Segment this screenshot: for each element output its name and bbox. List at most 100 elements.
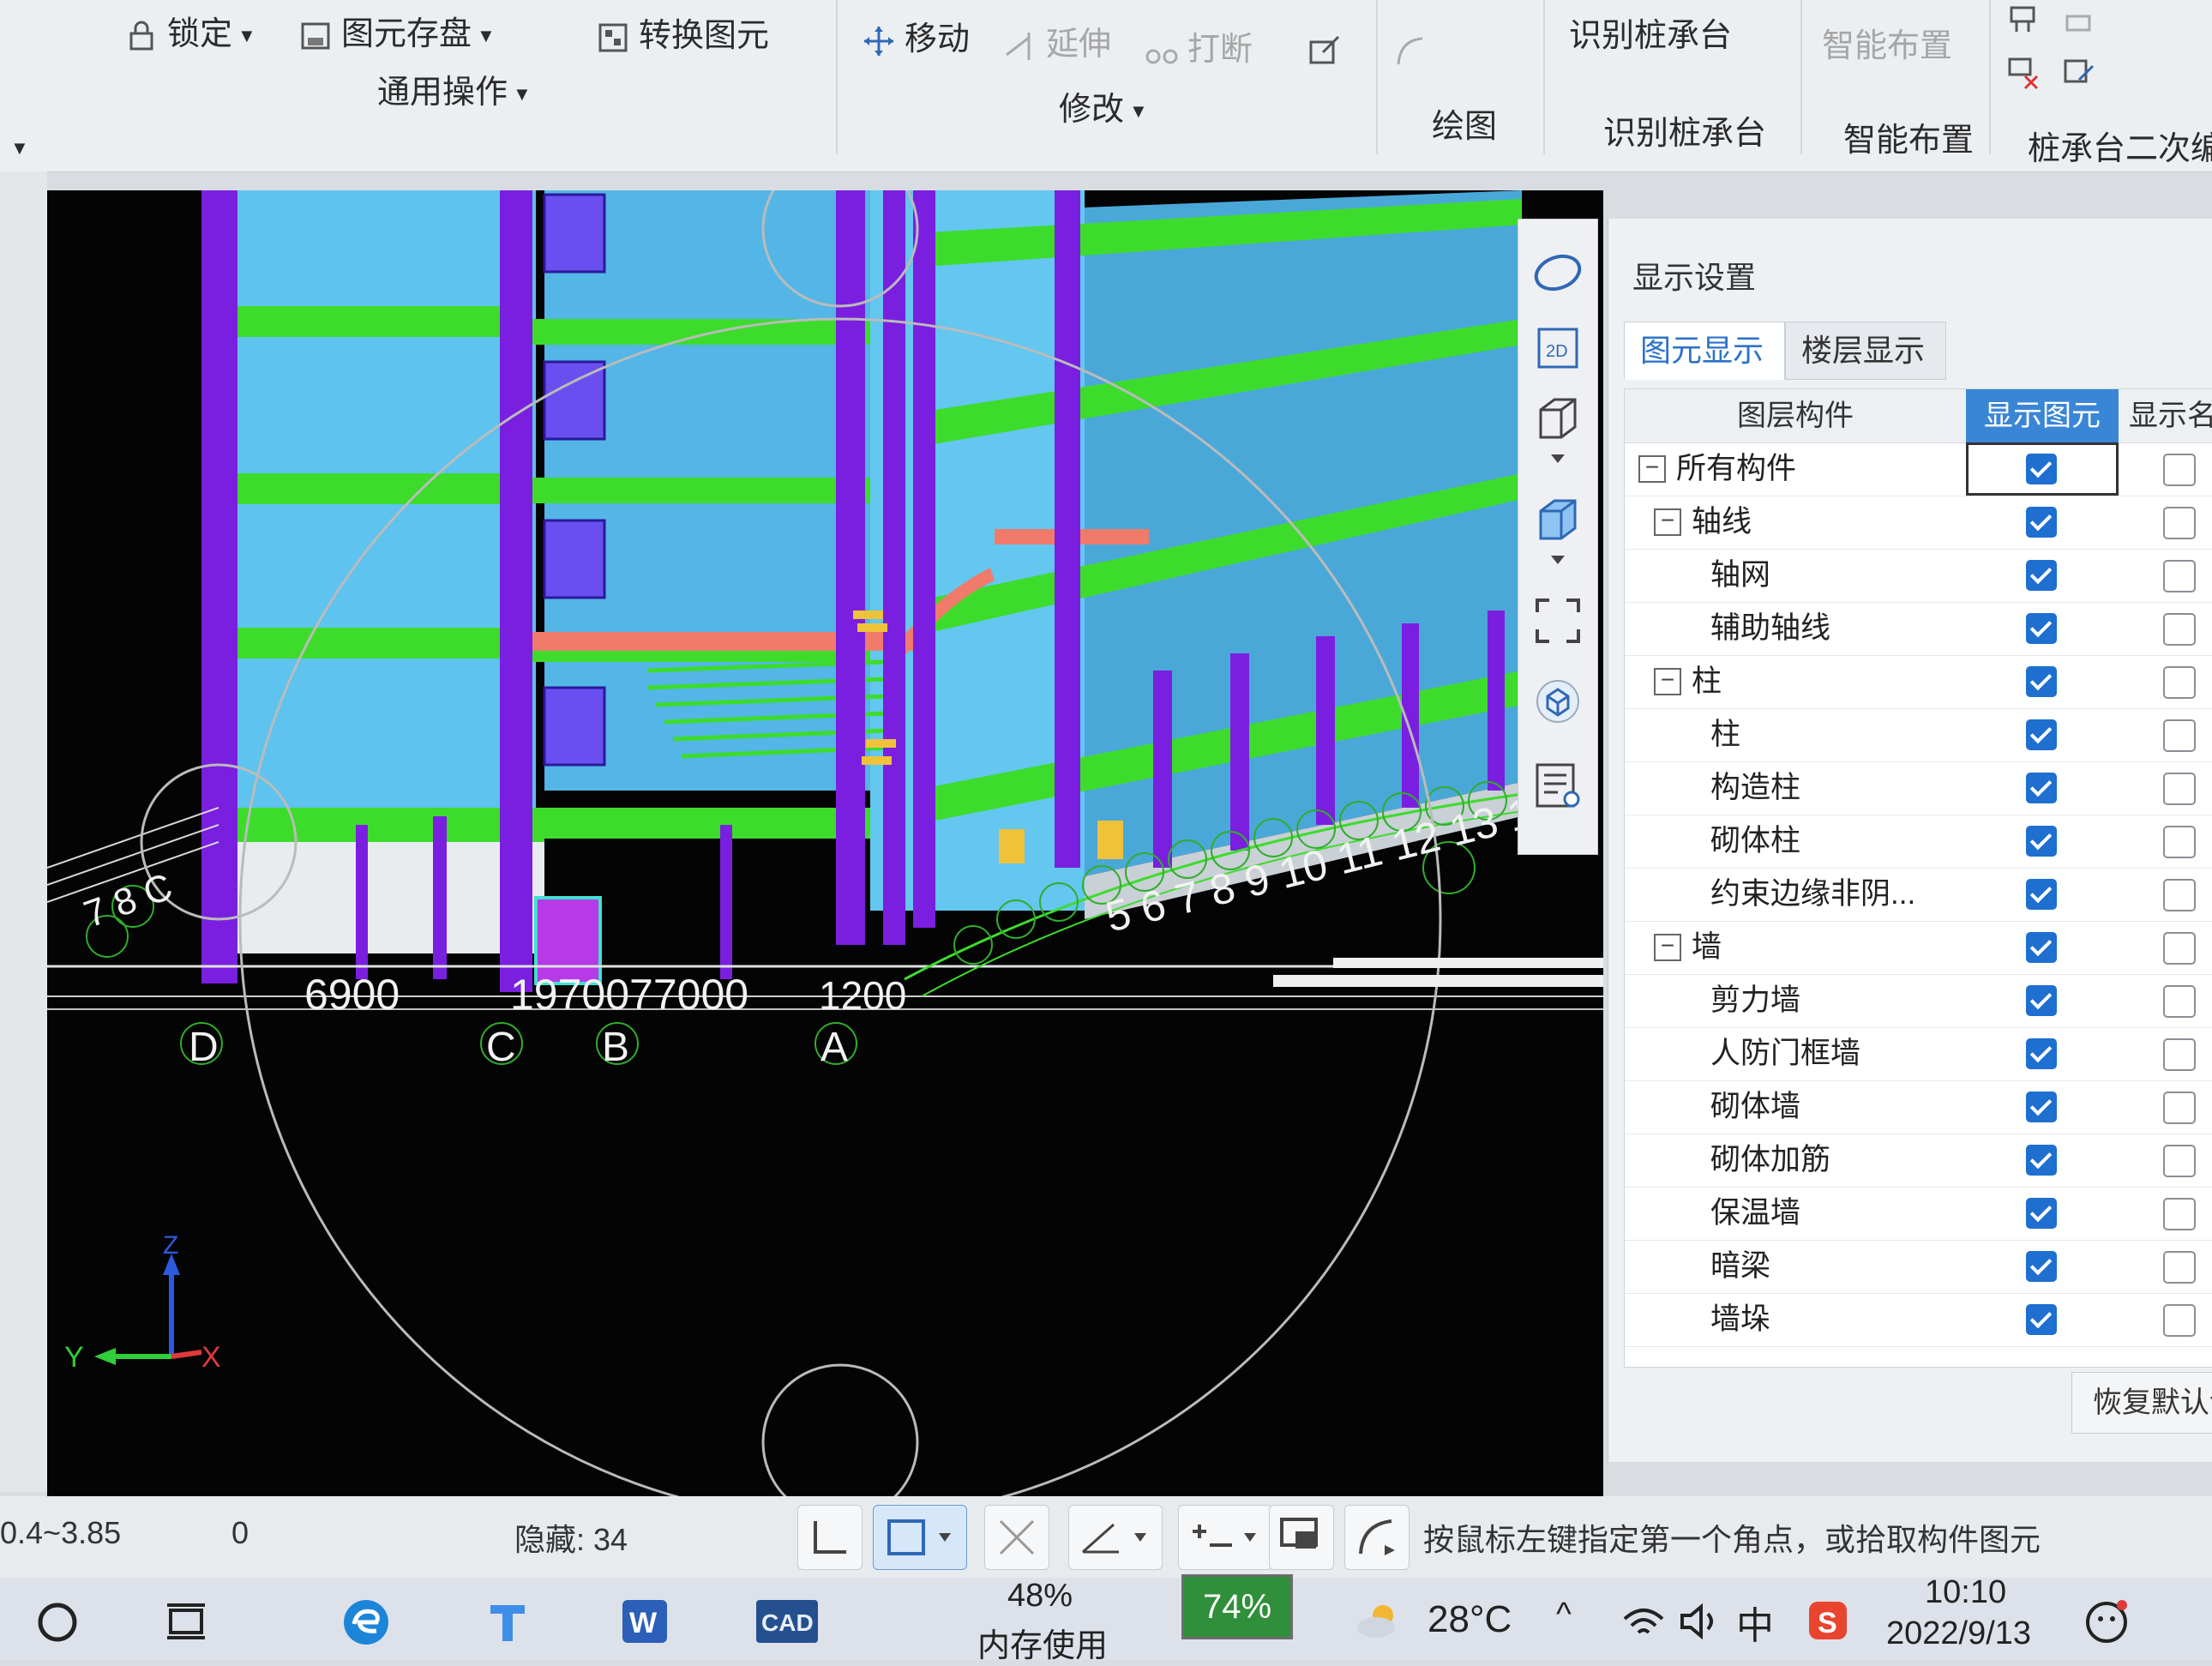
arc-button[interactable] [1393, 31, 1436, 68]
move-button[interactable]: 移动 [862, 12, 970, 59]
show-element-checkbox[interactable] [2026, 1198, 2057, 1229]
cross-select-button[interactable] [984, 1505, 1049, 1570]
column-header-show-element[interactable]: 显示图元 [1966, 389, 2119, 442]
show-element-checkbox[interactable] [2026, 985, 2057, 1016]
chevron-down-icon[interactable] [1530, 547, 1585, 573]
show-element-checkbox[interactable] [2026, 613, 2057, 644]
layer-row[interactable]: 墙垛 [1625, 1293, 2212, 1347]
view-cube-button[interactable] [1530, 492, 1585, 547]
show-element-checkbox[interactable] [2026, 879, 2057, 910]
edit-button[interactable] [1307, 31, 1350, 68]
show-element-checkbox[interactable] [2026, 454, 2057, 484]
layer-row[interactable]: 剪力墙 [1625, 974, 2212, 1028]
group-modify[interactable]: 修改 ▼ [1059, 82, 1148, 129]
show-name-checkbox[interactable] [2163, 666, 2196, 699]
task-view-button[interactable] [159, 1593, 213, 1648]
zoom-extents-button[interactable] [1530, 593, 1585, 648]
convert-element-button[interactable]: 转换图元 [596, 9, 769, 56]
column-header-layer[interactable]: 图层构件 [1625, 389, 1966, 442]
layer-row[interactable]: − 所有构件 [1625, 442, 2212, 496]
layer-row[interactable]: 砌体加筋 [1625, 1134, 2212, 1188]
select-mode-button[interactable] [873, 1505, 967, 1570]
t-app-button[interactable] [480, 1593, 535, 1648]
break-button[interactable]: 打断 [1145, 22, 1253, 69]
notification-button[interactable] [2079, 1593, 2134, 1648]
show-element-checkbox[interactable] [2026, 773, 2057, 803]
model-viewport[interactable]: D C B A 6900 1970077000 1200 5 6 7 8 9 1… [47, 190, 1603, 1498]
layer-list-button[interactable] [1530, 758, 1585, 813]
show-name-checkbox[interactable] [2163, 1038, 2196, 1071]
layer-row[interactable]: 柱 [1625, 708, 2212, 762]
show-name-checkbox[interactable] [2163, 1251, 2196, 1284]
collapse-toggle-icon[interactable]: − [1654, 508, 1681, 536]
word-app-button[interactable]: W [617, 1593, 672, 1648]
sogou-ime-button[interactable]: S [1800, 1593, 1855, 1648]
show-element-checkbox[interactable] [2026, 1251, 2057, 1282]
show-name-checkbox[interactable] [2163, 932, 2196, 965]
tab-floor-display[interactable]: 楼层显示 [1785, 322, 1946, 380]
arc-snap-button[interactable] [1344, 1505, 1410, 1570]
collapse-toggle-icon[interactable]: − [1654, 668, 1681, 695]
chevron-up-icon[interactable]: ^ [1556, 1597, 1572, 1633]
layer-row[interactable]: 构造柱 [1625, 761, 2212, 815]
identify-pile-cap-top[interactable]: 识别桩承台 [1569, 9, 1732, 56]
layer-row[interactable]: − 墙 [1625, 921, 2212, 975]
show-name-checkbox[interactable] [2163, 454, 2196, 486]
show-element-checkbox[interactable] [2026, 507, 2057, 538]
show-element-checkbox[interactable] [2026, 826, 2057, 857]
show-element-checkbox[interactable] [2026, 932, 2057, 963]
show-element-checkbox[interactable] [2026, 560, 2057, 591]
show-name-checkbox[interactable] [2163, 507, 2196, 539]
ribbon-collapse-icon[interactable]: ▼ [10, 137, 29, 159]
battery-indicator[interactable]: 74% [1181, 1574, 1293, 1639]
layer-row[interactable]: 保温墙 [1625, 1187, 2212, 1241]
pile-cap-tool-1[interactable] [2006, 0, 2049, 37]
show-element-checkbox[interactable] [2026, 1038, 2057, 1069]
angle-button[interactable] [1068, 1505, 1163, 1570]
weather-button[interactable] [1350, 1593, 1405, 1648]
layer-row[interactable]: 人防门框墙 [1625, 1027, 2212, 1081]
show-element-checkbox[interactable] [2026, 1145, 2057, 1176]
cad-app-button[interactable]: CAD [754, 1593, 820, 1648]
show-element-checkbox[interactable] [2026, 1304, 2057, 1335]
show-name-checkbox[interactable] [2163, 879, 2196, 911]
smart-layout-button[interactable]: 智能布置 [1822, 19, 1952, 66]
chevron-down-icon[interactable] [1530, 446, 1585, 472]
show-name-checkbox[interactable] [2163, 719, 2196, 752]
layer-row[interactable]: 砌体墙 [1625, 1080, 2212, 1134]
column-header-show-name[interactable]: 显示名称 [2119, 389, 2212, 442]
view-2d-button[interactable]: 2D [1530, 321, 1585, 376]
orbit-button[interactable] [1530, 245, 1585, 300]
collapse-toggle-icon[interactable]: − [1638, 455, 1666, 483]
volume-button[interactable] [1672, 1593, 1727, 1648]
pile-cap-tool-2[interactable] [2062, 5, 2105, 42]
show-name-checkbox[interactable] [2163, 1092, 2196, 1124]
restore-default-button[interactable]: 恢复默认设 [2071, 1372, 2212, 1434]
show-name-checkbox[interactable] [2163, 985, 2196, 1018]
show-element-checkbox[interactable] [2026, 1092, 2057, 1122]
display-toggle-button[interactable] [1269, 1505, 1334, 1570]
layer-row[interactable]: − 轴线 [1625, 496, 2212, 550]
layer-row[interactable]: 轴网 [1625, 549, 2212, 603]
delete-pile-cap-tool[interactable] [2006, 53, 2049, 90]
ime-indicator[interactable]: 中 [1736, 1595, 1774, 1650]
lock-button[interactable]: 锁定 ▼ [124, 7, 256, 54]
edge-browser-button[interactable] [339, 1593, 394, 1648]
display-settings-button[interactable] [1530, 674, 1585, 729]
offset-button[interactable] [1178, 1505, 1272, 1570]
show-element-checkbox[interactable] [2026, 719, 2057, 750]
show-name-checkbox[interactable] [2163, 560, 2196, 592]
wifi-button[interactable] [1616, 1593, 1671, 1648]
layer-row[interactable]: 砌体柱 [1625, 815, 2212, 869]
layer-row[interactable]: − 柱 [1625, 655, 2212, 709]
show-element-checkbox[interactable] [2026, 666, 2057, 697]
show-name-checkbox[interactable] [2163, 1145, 2196, 1177]
view-3d-button[interactable] [1530, 391, 1585, 446]
layer-row[interactable]: 暗梁 [1625, 1240, 2212, 1294]
layer-row[interactable]: 辅助轴线 [1625, 602, 2212, 656]
group-common-ops[interactable]: 通用操作 ▼ [377, 65, 532, 112]
edit-pile-cap-tool[interactable] [2062, 53, 2105, 90]
layer-row[interactable]: 约束边缘非阴... [1625, 868, 2212, 922]
extend-button[interactable]: 延伸 [1003, 17, 1111, 64]
tab-element-display[interactable]: 图元显示 [1624, 322, 1785, 380]
